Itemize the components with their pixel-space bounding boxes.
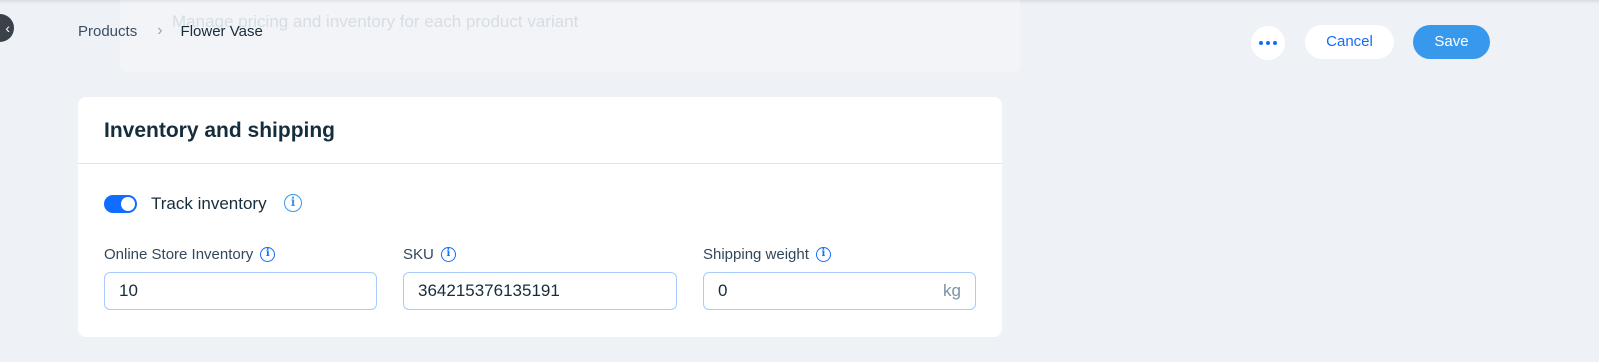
breadcrumb-products-link[interactable]: Products bbox=[78, 23, 137, 40]
sku-label: SKU i bbox=[403, 246, 456, 263]
chevron-right-icon: › bbox=[157, 22, 163, 39]
info-icon[interactable]: i bbox=[260, 247, 276, 262]
sku-value: 364215376135191 bbox=[418, 281, 560, 300]
sku-label-text: SKU bbox=[403, 246, 434, 263]
info-icon[interactable]: i bbox=[815, 247, 831, 262]
cancel-button[interactable]: Cancel bbox=[1305, 25, 1394, 59]
inventory-value: 10 bbox=[119, 281, 138, 300]
info-icon[interactable]: i bbox=[284, 194, 302, 212]
inventory-label: Online Store Inventory i bbox=[104, 246, 276, 263]
shipping-weight-label: Shipping weight i bbox=[703, 246, 831, 263]
shipping-weight-input[interactable]: 0 kg bbox=[703, 272, 976, 310]
more-dot bbox=[1266, 41, 1270, 45]
track-inventory-toggle[interactable] bbox=[104, 195, 137, 213]
sku-input[interactable]: 364215376135191 bbox=[403, 272, 677, 310]
card-divider bbox=[78, 163, 1002, 164]
more-actions-button[interactable] bbox=[1251, 26, 1285, 60]
track-inventory-label: Track inventory bbox=[151, 194, 267, 213]
toggle-knob bbox=[121, 197, 135, 211]
inventory-input[interactable]: 10 bbox=[104, 272, 377, 310]
card-title: Inventory and shipping bbox=[104, 119, 336, 142]
back-arrow-icon[interactable]: ‹ bbox=[0, 14, 14, 42]
breadcrumb-current: Flower Vase bbox=[180, 22, 263, 40]
breadcrumb: Products › Flower Vase bbox=[78, 22, 263, 40]
shipping-weight-label-text: Shipping weight bbox=[703, 246, 809, 263]
save-button[interactable]: Save bbox=[1413, 25, 1490, 59]
inventory-shipping-card: Inventory and shipping Track inventory i… bbox=[78, 97, 1002, 337]
inventory-label-text: Online Store Inventory bbox=[104, 246, 254, 263]
more-dot bbox=[1273, 41, 1277, 45]
more-horizontal-icon bbox=[1259, 41, 1263, 45]
weight-unit: kg bbox=[943, 281, 961, 300]
info-icon[interactable]: i bbox=[440, 247, 456, 262]
shipping-weight-value: 0 bbox=[718, 281, 728, 300]
